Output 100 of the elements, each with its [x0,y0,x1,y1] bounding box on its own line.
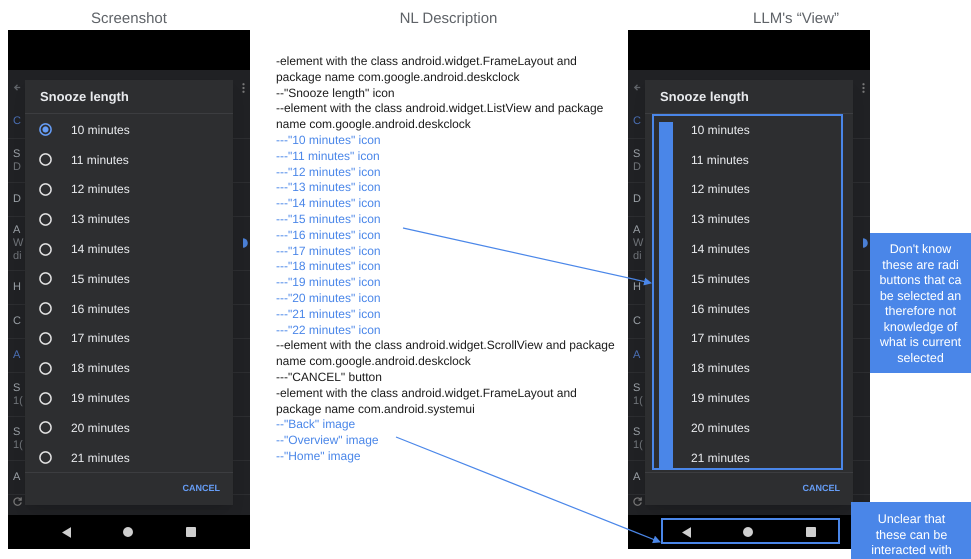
back-arrow-icon [13,83,22,92]
description-line: --"Overview" image [276,433,380,449]
option-label[interactable]: 14 minutes [71,240,130,258]
back-arrow-icon [633,83,642,92]
home-icon [123,527,134,537]
description-line: --element with the class android.widget.ListView and package name com.google.android.deskclock [276,101,604,133]
section-header: A [13,349,20,362]
more-options-icon [862,82,865,94]
description-line: ---"CANCEL" button [276,370,383,386]
refresh-icon [632,496,643,507]
radio-button[interactable] [39,123,52,136]
overview-icon [186,527,196,537]
option-label[interactable]: 14 minutes [691,240,750,258]
description-line: ---"12 minutes" icon [276,164,382,180]
setting-text: D [13,160,21,174]
option-label[interactable]: 13 minutes [71,210,130,228]
setting-text: C [633,315,641,328]
description-line: -element with the class android.widget.FrameLayout and package name com.google.android.deskclock [276,54,578,86]
description-line: ---"11 minutes" icon [276,148,381,165]
option-label[interactable]: 15 minutes [691,270,750,288]
section-header: A [633,349,640,362]
callout-text: be selected an [880,288,962,304]
setting-text: 1( [633,394,643,408]
option-label[interactable]: 13 minutes [691,210,750,228]
option-label[interactable]: 20 minutes [691,418,750,437]
dialog-title: Snooze length [645,80,853,114]
option-label[interactable]: 21 minutes [691,448,750,467]
setting-text: A [13,471,20,484]
heading: Screenshot [90,9,168,29]
option-label[interactable]: 18 minutes [691,359,750,378]
description-line: ---"22 minutes" icon [276,322,382,338]
setting-text: S [633,148,640,160]
description-line: ---"16 minutes" icon [276,228,382,244]
setting-text: W [13,237,24,250]
setting-text: S [13,382,20,394]
callout-text: knowledge of [884,320,958,335]
toggle-thumb-icon [863,236,869,250]
callout-text: Don't know [890,242,952,258]
cancel-button[interactable]: CANCEL [182,482,221,496]
option-label[interactable]: 11 minutes [691,150,749,169]
option-label[interactable]: 12 minutes [71,180,130,198]
setting-text: S [13,148,20,160]
option-label[interactable]: 16 minutes [691,300,750,318]
setting-text: 1( [633,438,643,452]
setting-text: S [633,382,640,394]
option-label[interactable]: 19 minutes [71,389,130,408]
option-label[interactable]: 17 minutes [71,329,130,348]
setting-text: S [13,426,20,438]
callout-text: these are radi [882,258,960,273]
callout-text: selected [897,350,945,366]
option-label[interactable]: 18 minutes [71,359,130,378]
back-icon [62,526,72,538]
cancel-button[interactable]: CANCEL [802,482,841,496]
toggle-thumb-icon [243,236,249,250]
setting-text: H [633,281,641,294]
more-options-icon [242,82,245,94]
description-line: ---"14 minutes" icon [276,196,382,212]
option-label[interactable]: 16 minutes [71,300,130,318]
description-line: ---"13 minutes" icon [276,180,382,196]
callout-text: what is current [880,335,962,350]
option-label[interactable]: 12 minutes [691,180,750,198]
callout-text: Unclear that [878,512,946,528]
setting-text: W [633,237,644,250]
setting-text: D [633,193,641,206]
section-header: C [633,115,641,128]
option-label[interactable]: 20 minutes [71,418,130,437]
home-icon [743,527,754,537]
description-line: -element with the class android.widget.FrameLayout and package name com.android.systemui [276,386,578,418]
option-label[interactable]: 10 minutes [71,120,130,139]
setting-text: H [13,281,21,294]
option-label[interactable]: 10 minutes [691,120,750,139]
description-line: ---"19 minutes" icon [276,275,382,291]
dialog-title: Snooze length [25,80,233,114]
back-icon [682,526,692,538]
option-label[interactable]: 21 minutes [71,448,130,467]
setting-text: di [13,250,22,263]
description-line: --"Back" image [276,417,356,434]
option-label[interactable]: 17 minutes [691,329,750,348]
option-label[interactable]: 11 minutes [71,150,129,169]
description-line: --"Home" image [276,448,362,465]
section-header: C [13,115,21,128]
setting-text: S [633,426,640,438]
setting-text: A [633,224,640,237]
description-line: ---"17 minutes" icon [276,244,382,260]
description-line: ---"10 minutes" icon [276,132,382,149]
callout-text: interacted with [871,543,953,558]
description-line: ---"21 minutes" icon [276,306,382,323]
setting-text: 1( [13,394,23,408]
option-label[interactable]: 19 minutes [691,389,750,408]
heading: NL Description [398,9,498,29]
setting-text: 1( [13,438,23,452]
callout-text: therefore not [885,304,957,320]
option-label[interactable]: 15 minutes [71,270,130,288]
description-line: ---"15 minutes" icon [276,212,382,228]
setting-text: D [13,193,21,206]
callout-text: these can be [876,528,948,543]
refresh-icon [12,496,23,507]
setting-text: di [633,250,642,263]
setting-text: C [13,315,21,328]
setting-text: D [633,160,641,174]
